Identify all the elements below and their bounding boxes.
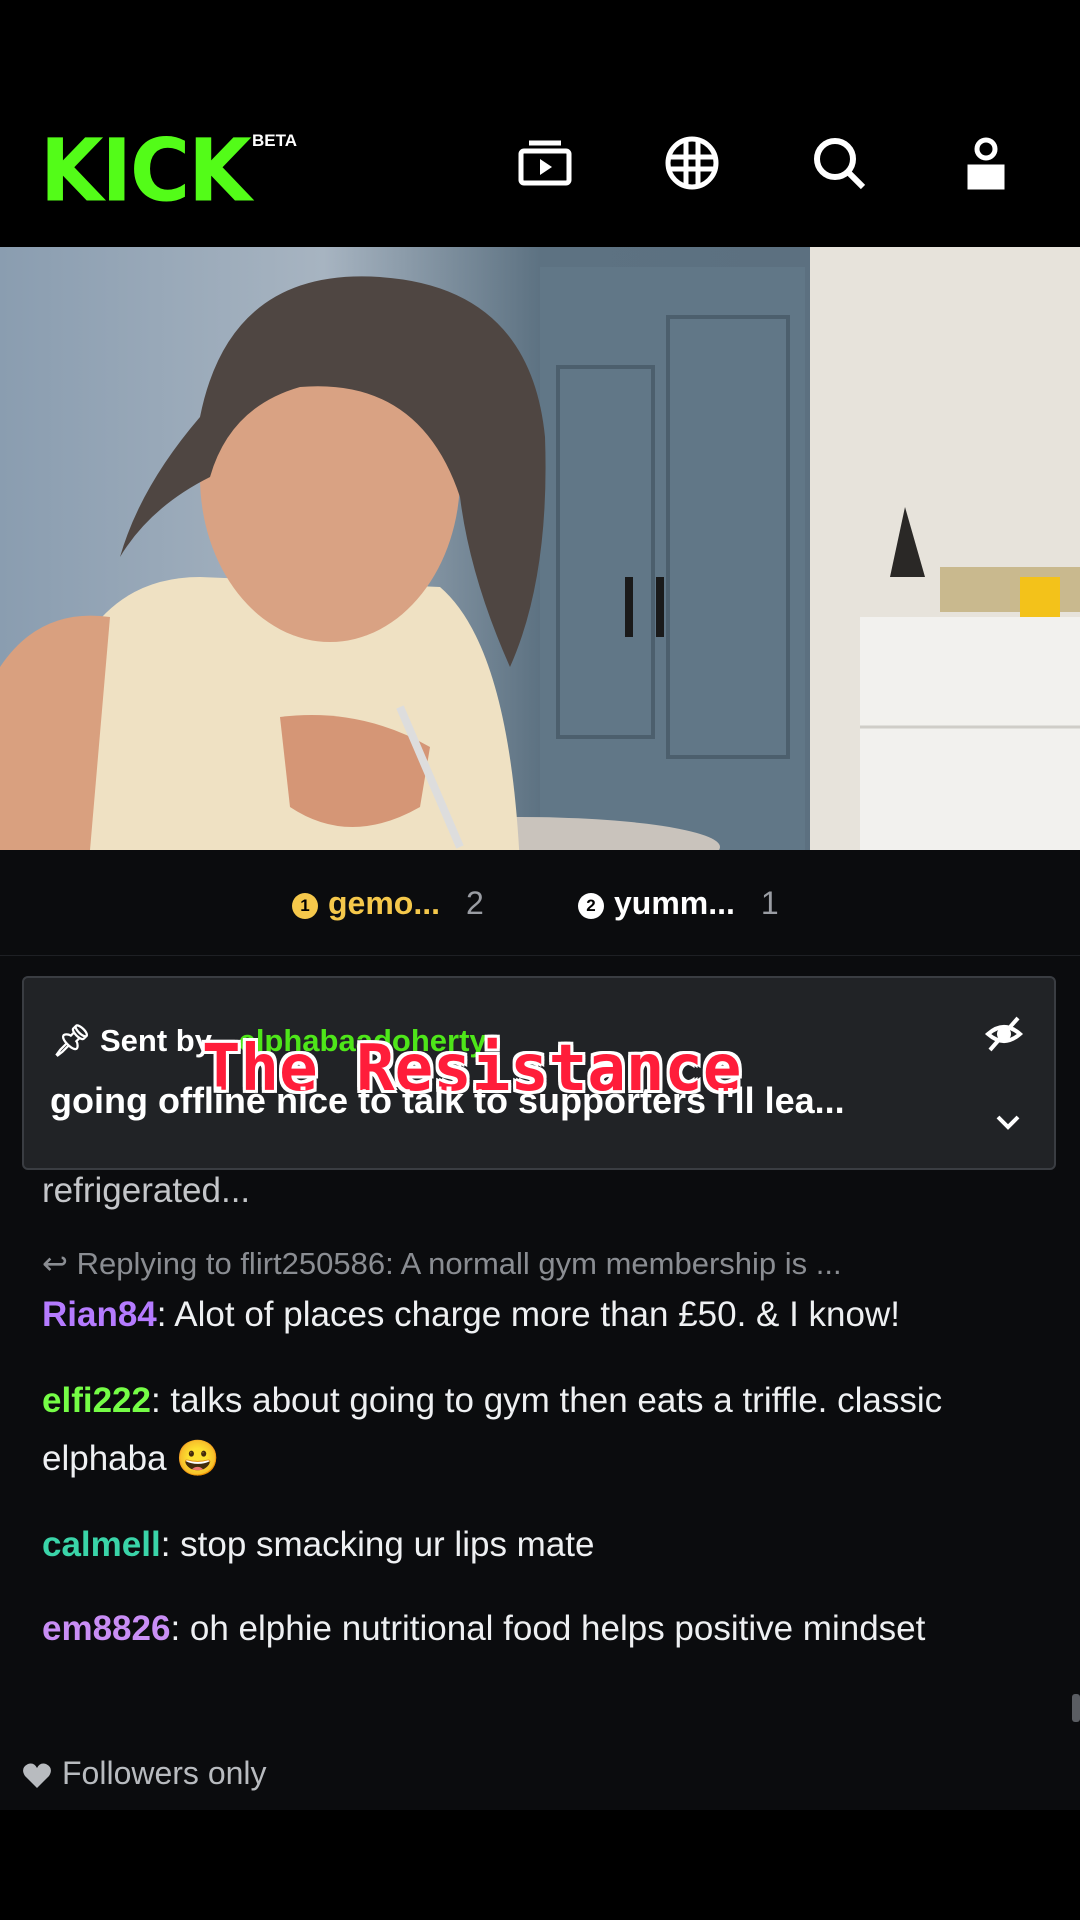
chat-text: : stop smacking ur lips mate	[160, 1525, 595, 1564]
top-nav-bar: KICK BETA	[0, 105, 1080, 245]
leaderboard-count: 1	[760, 885, 779, 921]
leaderboard-count: 2	[466, 885, 484, 921]
chat-message: calmell: stop smacking ur lips mate	[42, 1516, 1042, 1574]
rank-1-badge: 1	[292, 892, 318, 919]
leaderboard-name: gemo...	[328, 885, 441, 921]
reply-context: ↩ Replying to flirt250586: A normall gym…	[42, 1246, 842, 1282]
chat-panel: refrigerated... 📌︎ Sent by elphabaadoher…	[0, 956, 1080, 1810]
chat-mode-indicator: Followers only	[22, 1755, 267, 1792]
chat-text: : Alot of places charge more than £50. &…	[156, 1295, 900, 1334]
chat-text: : oh elphie nutritional food helps posit…	[170, 1609, 926, 1648]
reply-text: Replying to flirt250586: A normall gym m…	[76, 1246, 842, 1281]
pinned-message[interactable]: 📌︎ Sent by elphabaadoherty The Resistanc…	[22, 976, 1056, 1170]
chat-message: elfi222: talks about going to gym then e…	[42, 1372, 1042, 1488]
chat-text: : talks about going to gym then eats a t…	[42, 1381, 943, 1478]
chat-message: Rian84: Alot of places charge more than …	[42, 1286, 1042, 1344]
chat-scrollbar[interactable]	[1072, 1694, 1080, 1722]
leaderboard-entry-2[interactable]: 2 yumm... 1	[578, 885, 779, 922]
chat-username[interactable]: calmell	[42, 1525, 161, 1564]
browse-icon[interactable]	[515, 133, 575, 193]
chat-message-partial: refrigerated...	[42, 1171, 251, 1210]
chat-username[interactable]: elfi222	[42, 1381, 151, 1420]
hide-pinned-icon[interactable]	[984, 1014, 1024, 1054]
chat-message: em8826: oh elphie nutritional food helps…	[42, 1600, 1042, 1658]
chat-username[interactable]: em8826	[42, 1609, 170, 1648]
pinned-message-text: going offline nice to talk to supporters…	[50, 1080, 845, 1121]
globe-icon[interactable]	[662, 133, 722, 193]
chat-username[interactable]: Rian84	[42, 1295, 157, 1334]
followers-only-label: Followers only	[62, 1755, 267, 1791]
pinned-prefix: Sent by	[99, 1023, 212, 1058]
beta-badge: BETA	[252, 131, 298, 150]
heart-icon	[23, 1763, 51, 1788]
leaderboard-entry-1[interactable]: 1 gemo... 2	[292, 885, 484, 922]
stream-video-player[interactable]	[0, 247, 1080, 850]
stream-video-frame	[0, 247, 1080, 850]
kick-logo[interactable]: KICK	[40, 128, 252, 215]
rank-2-badge: 2	[578, 892, 604, 919]
leaderboard-name: yumm...	[614, 885, 735, 921]
pin-icon: 📌︎	[52, 1023, 92, 1058]
gift-leaderboard: 1 gemo... 2 2 yumm... 1	[0, 850, 1080, 956]
search-icon[interactable]	[809, 133, 869, 193]
reply-arrow-icon: ↩	[42, 1246, 68, 1281]
chevron-down-icon[interactable]	[992, 1106, 1024, 1138]
user-icon[interactable]	[956, 133, 1016, 193]
